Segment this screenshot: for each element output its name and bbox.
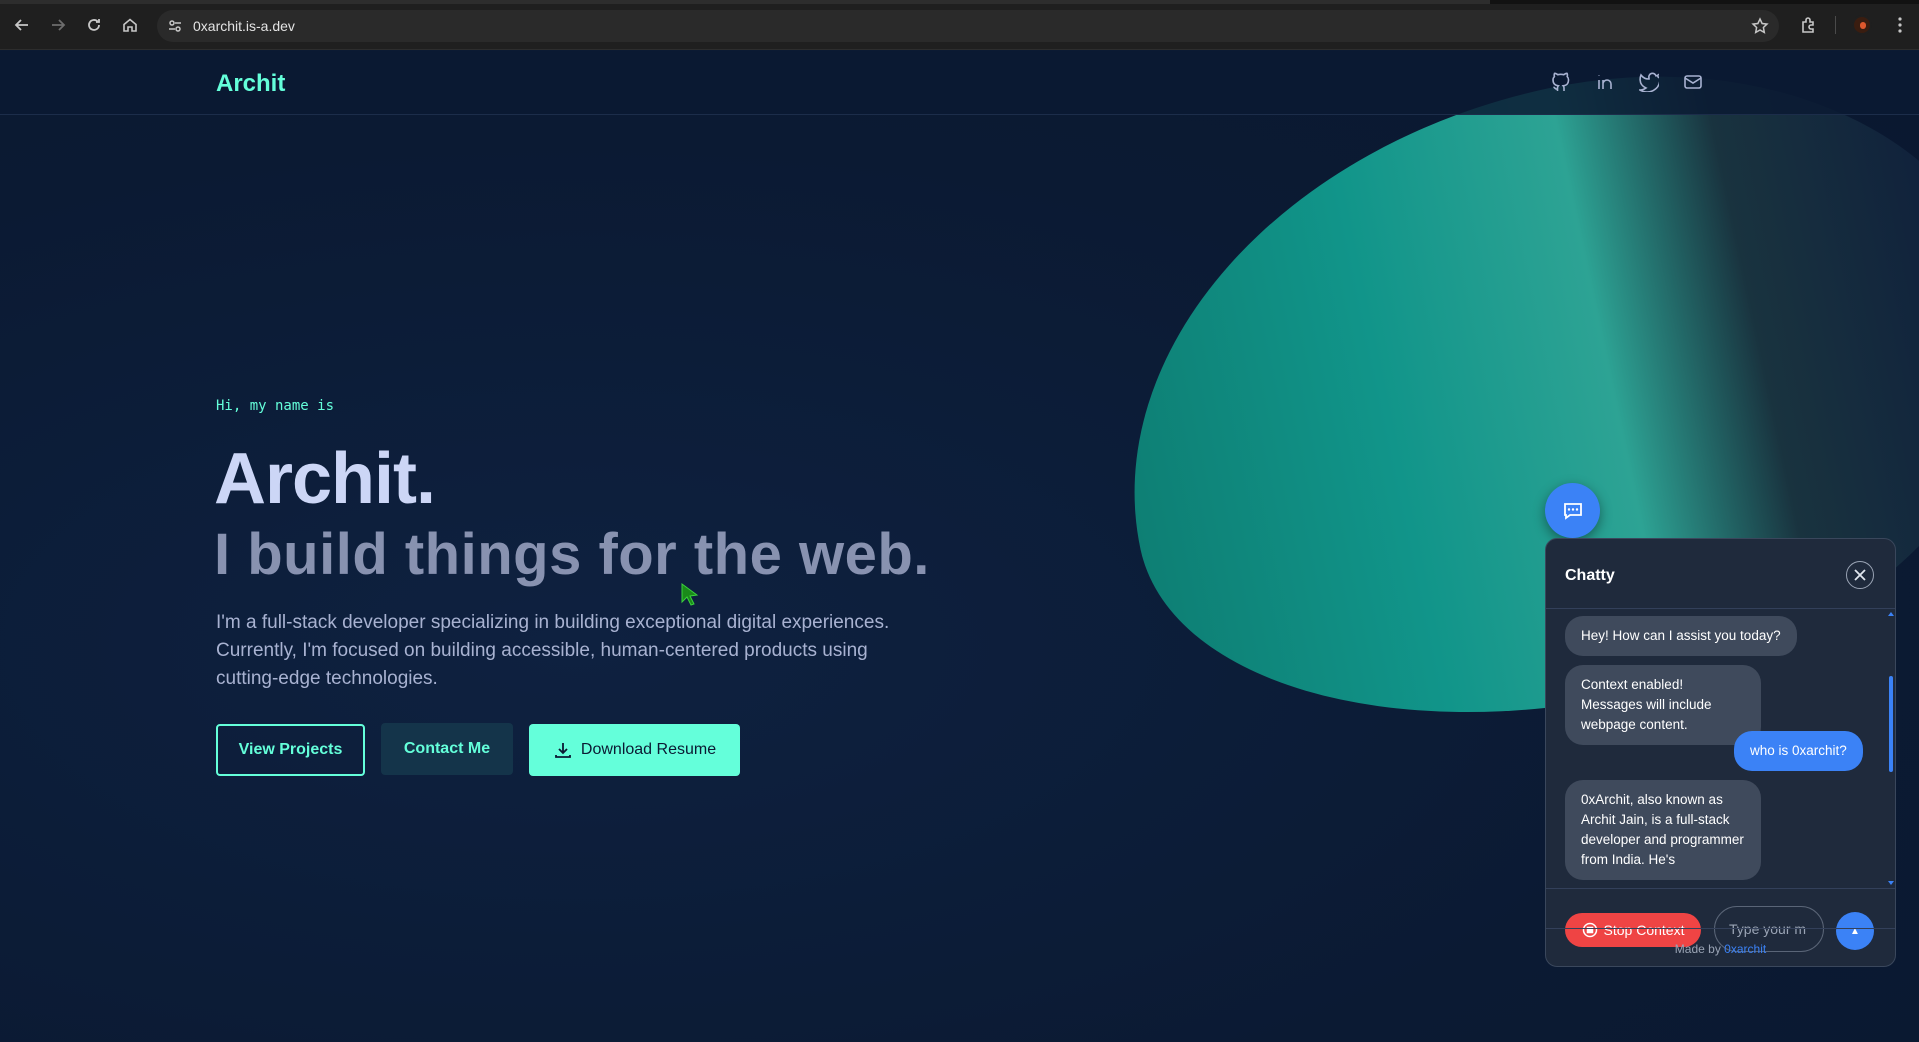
- chat-message-bot: Context enabled! Messages will include w…: [1565, 665, 1761, 745]
- linkedin-link[interactable]: [1594, 71, 1616, 93]
- hero-description: I'm a full-stack developer specializing …: [216, 612, 890, 689]
- scroll-down-arrow[interactable]: [1888, 881, 1894, 885]
- chat-bubble-icon: [1563, 502, 1582, 520]
- toolbar-divider: [1835, 16, 1836, 34]
- site-settings-icon[interactable]: [167, 18, 183, 34]
- scroll-up-arrow[interactable]: [1888, 612, 1894, 616]
- chat-message-bot: 0xArchit, also known as Archit Jain, is …: [1565, 780, 1761, 880]
- home-icon: [123, 18, 137, 32]
- github-link[interactable]: [1550, 71, 1572, 93]
- github-icon: [1552, 72, 1570, 91]
- mouse-cursor-icon: [681, 583, 699, 606]
- scroll-thumb[interactable]: [1889, 676, 1893, 772]
- hero-tagline: I build things for the web.: [214, 522, 930, 587]
- twitter-icon: [1639, 72, 1659, 92]
- mail-icon: [1684, 75, 1702, 89]
- tab-strip: [0, 0, 1919, 4]
- back-button[interactable]: [10, 13, 34, 37]
- browser-toolbar: 0xarchit.is-a.dev: [0, 0, 1919, 50]
- arrow-right-icon: [52, 19, 66, 31]
- url-text[interactable]: 0xarchit.is-a.dev: [193, 18, 295, 34]
- view-projects-button[interactable]: View Projects: [216, 724, 365, 776]
- chat-close-button[interactable]: [1846, 561, 1874, 589]
- arrow-left-icon: [14, 19, 28, 31]
- contact-me-label: Contact Me: [403, 740, 491, 757]
- linkedin-icon: [1598, 75, 1612, 89]
- chat-footer: Made by 0xarchit: [1546, 928, 1895, 966]
- site-logo[interactable]: Archit: [216, 70, 285, 98]
- email-link[interactable]: [1682, 71, 1704, 93]
- hero-name: Archit.: [214, 439, 436, 519]
- contact-me-button[interactable]: Contact Me: [381, 723, 513, 775]
- chat-header: Chatty: [1546, 539, 1895, 609]
- forward-button[interactable]: [46, 13, 70, 37]
- portfolio-page: Archit Hi, my name is Archit. I build th…: [0, 51, 1919, 1042]
- view-projects-label: View Projects: [238, 741, 343, 758]
- download-resume-button[interactable]: Download Resume: [529, 724, 740, 776]
- reload-button[interactable]: [82, 13, 106, 37]
- chat-messages[interactable]: Hey! How can I assist you today? Context…: [1546, 610, 1895, 887]
- active-tab[interactable]: [0, 0, 1490, 4]
- site-header: Archit: [0, 51, 1919, 115]
- profile-avatar[interactable]: [1852, 15, 1872, 35]
- more-options-icon[interactable]: [1892, 15, 1908, 35]
- hero-greeting: Hi, my name is: [216, 398, 335, 414]
- download-icon: [555, 743, 571, 758]
- extensions-icon[interactable]: [1799, 15, 1819, 35]
- bookmark-star-icon[interactable]: [1751, 17, 1769, 35]
- twitter-link[interactable]: [1638, 71, 1660, 93]
- footer-brand-link[interactable]: 0xarchit: [1724, 942, 1766, 956]
- chat-title: Chatty: [1565, 567, 1615, 584]
- close-icon: [1854, 569, 1866, 581]
- footer-prefix: Made by: [1674, 942, 1721, 956]
- chat-scrollbar[interactable]: [1887, 610, 1895, 887]
- home-button[interactable]: [118, 13, 142, 37]
- address-bar[interactable]: 0xarchit.is-a.dev: [157, 10, 1779, 42]
- chat-message-bot: Hey! How can I assist you today?: [1565, 616, 1797, 656]
- download-resume-label: Download Resume: [580, 741, 717, 758]
- reload-icon: [88, 19, 100, 31]
- chat-toggle-button[interactable]: [1545, 483, 1600, 538]
- chat-panel: Chatty Hey! How can I assist you today? …: [1545, 538, 1896, 967]
- chat-message-user: who is 0xarchit?: [1734, 731, 1863, 771]
